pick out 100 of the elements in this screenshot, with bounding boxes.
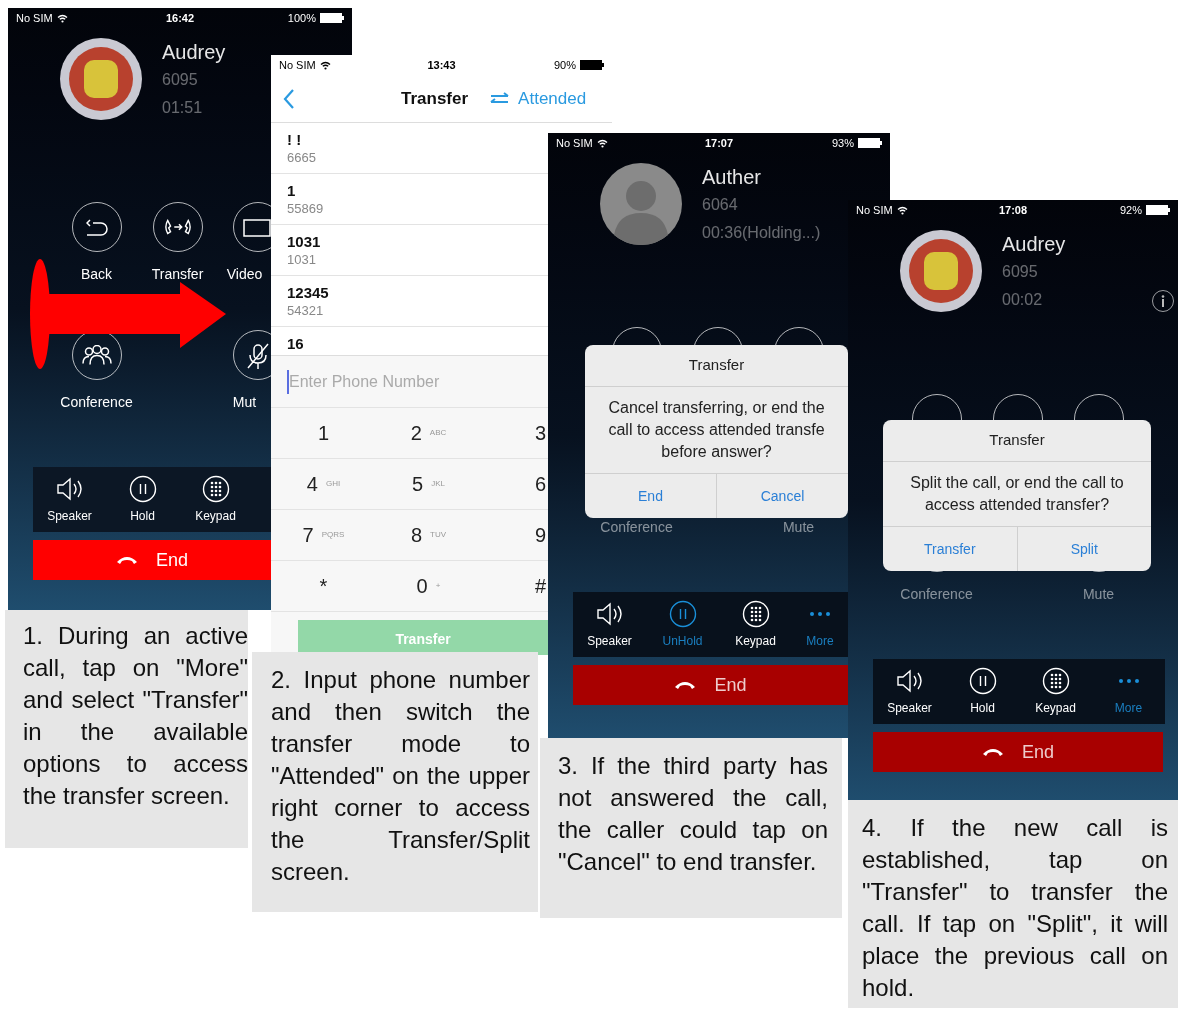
info-icon [1161, 295, 1165, 307]
end-call-button[interactable]: End [33, 540, 271, 580]
step-caption: 3. If the third party has not answered the call, the caller could tap on "Cancel" to end transfer. [558, 751, 828, 877]
battery-percentage: 90% [553, 57, 576, 73]
pause-icon [968, 666, 997, 695]
battery-percentage: 92% [1119, 202, 1142, 218]
contact-name: 1031 [287, 232, 321, 251]
contact-name: 1 [287, 181, 296, 200]
action-label: Conference [60, 394, 133, 411]
action-label: Back [80, 266, 113, 283]
keypad-key[interactable]: 8 TUV [376, 510, 481, 561]
toolbar-button[interactable]: More [1092, 659, 1165, 724]
key-letters: ABC [429, 427, 447, 439]
end-call-button[interactable]: End [573, 665, 848, 705]
clock-time: 17:08 [998, 202, 1028, 218]
keypad-icon [201, 474, 230, 503]
contact-name: Auther [702, 165, 761, 190]
contact-number: 6064 [702, 195, 738, 215]
contact-name: Audrey [1002, 232, 1066, 257]
keypad-key[interactable]: 1 [271, 408, 376, 459]
toolbar-button[interactable]: Speaker [33, 467, 106, 532]
keypad-key[interactable]: 4 GHI [271, 459, 376, 510]
toolbar-button[interactable]: Keypad [1019, 659, 1092, 724]
battery-icon [580, 60, 604, 70]
keypad-icon [1041, 666, 1070, 695]
step-caption: 4. If the new call is established, tap on "Transfer" to transfer the call. If tap on "Split", it will place the previous call on hold. [862, 813, 1168, 1003]
action-label: Mute [1082, 586, 1115, 603]
carrier-label: No SIM [856, 202, 893, 218]
text-cursor [287, 369, 289, 394]
wifi-icon [596, 138, 608, 148]
toolbar-button[interactable]: Hold [946, 659, 1019, 724]
keypad-key[interactable]: 2 ABC [376, 408, 481, 459]
keypad-key[interactable]: 0 + [376, 561, 481, 612]
toolbar-button[interactable]: More [792, 592, 848, 657]
battery-icon [1146, 205, 1170, 215]
action-label: Conference [600, 519, 673, 536]
toolbar-button[interactable]: Speaker [873, 659, 946, 724]
pause-icon [668, 599, 697, 628]
key-letters: TUV [430, 529, 447, 541]
clock-time: 17:07 [704, 135, 734, 151]
dialog-button[interactable]: Split [1016, 527, 1151, 571]
action-label: Transfer [151, 266, 204, 283]
battery-percentage: 93% [831, 135, 854, 151]
action-label: Video [226, 266, 263, 283]
swap-arrows-icon [490, 91, 511, 106]
back-arrow-icon [85, 218, 108, 236]
wifi-icon [896, 205, 908, 215]
hang-up-icon [982, 747, 1004, 757]
keypad-key[interactable]: 5 JKL [376, 459, 481, 510]
key-letters: + [435, 580, 441, 592]
people-icon [81, 345, 112, 365]
wifi-icon [56, 13, 68, 23]
key-letters: JKL [431, 478, 445, 490]
dialog-message: Cancel transferring, or end the call to access attended transfe before answer? [607, 398, 826, 462]
call-duration: 00:36(Holding...) [702, 223, 821, 243]
contact-number: 1031 [287, 251, 316, 268]
contact-name: 12345 [287, 283, 329, 302]
mute-button[interactable] [233, 330, 271, 380]
battery-icon [320, 13, 344, 23]
phone-transfer-icon [163, 219, 192, 235]
contact-number: 6095 [1002, 262, 1038, 282]
dialog-button[interactable]: Transfer [883, 527, 1017, 571]
toolbar-button[interactable]: UnHold [646, 592, 719, 657]
contact-number: 6665 [287, 149, 316, 166]
carrier-label: No SIM [16, 10, 53, 26]
dialog-message: Split the call, or end the call to access attended transfer? [909, 473, 1125, 515]
hang-up-icon [674, 680, 697, 690]
action-label: Conference [900, 586, 973, 603]
key-letters: PQRS [321, 529, 345, 541]
toolbar-button[interactable]: Hold [106, 467, 179, 532]
end-call-button[interactable]: End [873, 732, 1163, 772]
contact-number: 54321 [287, 302, 324, 319]
key-letters: GHI [325, 478, 341, 490]
call-duration: 00:02 [1002, 290, 1043, 310]
action-label: Mute [782, 519, 815, 536]
toolbar-button[interactable]: Keypad [719, 592, 792, 657]
contact-name: 16 [287, 334, 304, 353]
more-icon [810, 611, 830, 616]
carrier-label: No SIM [556, 135, 593, 151]
keypad-key[interactable]: * [271, 561, 376, 612]
back-chevron-icon [283, 87, 295, 110]
contact-number: 55869 [287, 200, 324, 217]
hang-up-icon [116, 555, 138, 565]
action-label: Mut [232, 394, 257, 411]
toolbar-button[interactable]: Keypad [179, 467, 252, 532]
dialog-title: Transfer [883, 420, 1151, 462]
keypad-key[interactable]: 7 PQRS [271, 510, 376, 561]
call-duration: 01:51 [162, 98, 203, 118]
phone-number-field[interactable]: Enter Phone Number [289, 369, 539, 394]
carrier-label: No SIM [279, 57, 316, 73]
contact-number: 6095 [162, 70, 198, 90]
contact-name: Audrey [162, 40, 226, 65]
toolbar-button[interactable]: Speaker [573, 592, 646, 657]
step-caption: 1. During an active call, tap on "More" and select "Transfer" in the available options to access the transfer screen. [23, 621, 248, 811]
step-caption: 2. Input phone number and then switch the transfer mode to "Attended" on the upper right corner to access the Transfer/Split screen. [271, 665, 530, 887]
video-button[interactable] [233, 202, 271, 252]
more-icon [1118, 678, 1139, 683]
wifi-icon [319, 60, 331, 70]
clock-time: 16:42 [165, 10, 195, 26]
clock-time: 13:43 [427, 57, 456, 73]
